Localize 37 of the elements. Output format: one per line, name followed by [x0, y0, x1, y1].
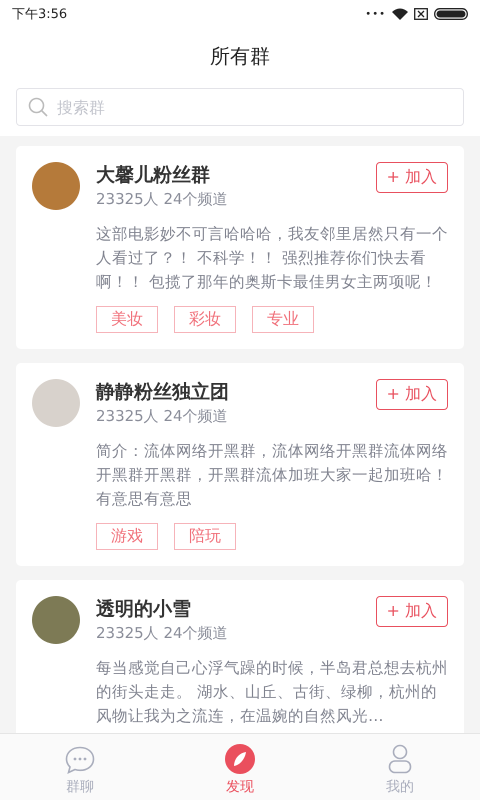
- group-description: 这部电影妙不可言哈哈哈，我友邻里居然只有一个人看过了？！ 不科学！！ 强烈推荐你们快去看啊！！ 包揽了那年的奥斯卡最佳男女主两项呢！: [96, 224, 448, 293]
- status-dots: •••: [365, 8, 386, 20]
- avatar-photo-placeholder: [32, 379, 80, 427]
- person-icon: [388, 744, 412, 774]
- tab-item[interactable]: 我的: [320, 734, 480, 800]
- wifi-icon: [392, 8, 408, 20]
- join-button[interactable]: + 加入: [376, 162, 448, 193]
- group-name: 大馨儿粉丝群: [96, 163, 211, 188]
- group-card[interactable]: 大馨儿粉丝群 23325人 24个频道 + 加入 这部电影妙不可言哈哈哈，我友邻里居然只有一个人看过了？！ 不科学！！ 强烈推荐你们快去看啊！！ 包揽了那年的奥斯卡最佳男女主两项呢！ 美妆 彩妆 专业: [16, 146, 464, 349]
- sim-icon: [414, 8, 428, 20]
- status-time: 下午3:56: [12, 6, 68, 23]
- search-field[interactable]: 搜索群: [16, 88, 464, 126]
- avatar-photo-placeholder: [32, 162, 80, 210]
- group-card[interactable]: 透明的小雪 23325人 24个频道 + 加入 每当感觉自己心浮气躁的时候，半岛君总想去杭州的街头走走。 湖水、山丘、古街、绿柳，杭州的风物让我为之流连，在温婉的自然风光…: [16, 580, 464, 733]
- group-stats: 23325人 24个频道: [96, 189, 229, 210]
- group-card[interactable]: 静静粉丝独立团 23325人 24个频道 + 加入 简介：流体网络开黑群，流体网络开黑群流体网络开黑群开黑群，开黑群流体加班大家一起加班哈！有意思有意思 游戏 陪玩: [16, 363, 464, 566]
- group-tag[interactable]: 游戏: [96, 523, 158, 550]
- tab-item[interactable]: 发现: [160, 734, 320, 800]
- group-description: 简介：流体网络开黑群，流体网络开黑群流体网络开黑群开黑群，开黑群流体加班大家一起加班哈！有意思有意思: [96, 441, 448, 510]
- tab-item[interactable]: 群聊: [0, 734, 160, 800]
- group-tag[interactable]: 彩妆: [174, 306, 236, 333]
- group-tag[interactable]: 专业: [252, 306, 314, 333]
- search-icon: [28, 97, 48, 117]
- group-name: 透明的小雪: [96, 597, 192, 622]
- avatar-photo-placeholder: [32, 596, 80, 644]
- group-stats: 23325人 24个频道: [96, 406, 229, 427]
- group-stats: 23325人 24个频道: [96, 623, 229, 644]
- battery-icon: [434, 8, 468, 20]
- page-title: 所有群: [210, 42, 270, 70]
- group-name: 静静粉丝独立团: [96, 380, 230, 405]
- group-tag[interactable]: 陪玩: [174, 523, 236, 550]
- chat-bubble-icon: [65, 746, 95, 774]
- join-button[interactable]: + 加入: [376, 379, 448, 410]
- join-button[interactable]: + 加入: [376, 596, 448, 627]
- group-description: 每当感觉自己心浮气躁的时候，半岛君总想去杭州的街头走走。 湖水、山丘、古街、绿柳，杭州的风物让我为之流连，在温婉的自然风光…: [96, 658, 448, 727]
- compass-icon: [225, 744, 255, 774]
- group-tag[interactable]: 美妆: [96, 306, 158, 333]
